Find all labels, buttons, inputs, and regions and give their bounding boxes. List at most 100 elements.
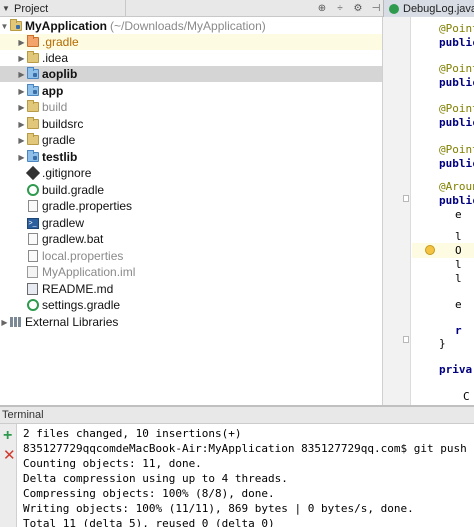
library-icon <box>9 316 22 328</box>
folder-icon <box>26 133 39 146</box>
tree-item-label: MyApplication.iml <box>42 265 136 279</box>
collapsed-arrow-icon[interactable]: ▶ <box>17 149 26 165</box>
tree-item-gradle[interactable]: ▶ gradle <box>0 132 382 148</box>
tree-item-label: app <box>42 84 64 98</box>
terminal-output[interactable]: 2 files changed, 10 insertions(+) 835127… <box>17 424 474 527</box>
code-line: public <box>439 116 474 129</box>
code-line: public <box>439 76 474 89</box>
java-class-icon <box>389 3 399 14</box>
terminal-line: Counting objects: 11, done. <box>23 457 202 470</box>
editor-tab-label: DebugLog.java <box>403 2 474 15</box>
tree-item-build[interactable]: ▶ build <box>0 99 382 115</box>
tree-item-testlib[interactable]: ▶ testlib <box>0 149 382 165</box>
markdown-file-icon <box>26 283 39 295</box>
dropdown-arrow-icon: ▼ <box>2 4 10 13</box>
terminal-sidebar: + ✕ <box>0 424 17 527</box>
module-folder-icon <box>26 150 39 163</box>
tree-item-gradlew-bat[interactable]: gradlew.bat <box>0 231 382 247</box>
project-toolbar-icons: ⊕ ÷ ⚙ ⊣ <box>316 0 382 17</box>
folder-icon <box>26 51 39 64</box>
gradle-icon <box>26 184 39 196</box>
code-line: @Point <box>439 102 474 115</box>
tree-item-external-libraries[interactable]: ▶ External Libraries <box>0 314 382 330</box>
lightbulb-icon[interactable] <box>425 245 435 255</box>
tree-item-gradlew[interactable]: >_ gradlew <box>0 215 382 231</box>
collapse-all-icon[interactable]: ÷ <box>334 3 346 15</box>
fold-marker-icon[interactable] <box>403 336 409 343</box>
tree-item-aoplib[interactable]: ▶ aoplib <box>0 66 382 82</box>
current-line-highlight <box>412 243 474 258</box>
toolbar-separator <box>125 0 126 17</box>
tree-item-gradle-properties[interactable]: gradle.properties <box>0 198 382 214</box>
text-file-icon <box>26 233 39 245</box>
tree-item-label: testlib <box>42 150 78 164</box>
hide-panel-icon[interactable]: ⊣ <box>370 3 382 15</box>
tree-item-label: gradle.properties <box>42 199 133 213</box>
folder-icon <box>26 117 39 130</box>
tree-item-gitignore[interactable]: .gitignore <box>0 165 382 181</box>
tree-item-build-gradle[interactable]: build.gradle <box>0 182 382 198</box>
tree-root-label: MyApplication <box>25 19 108 33</box>
editor-tab-debuglog[interactable]: DebugLog.java <box>383 0 474 17</box>
tree-item-app[interactable]: ▶ app <box>0 83 382 99</box>
tree-item-label: README.md <box>42 282 114 296</box>
tree-root[interactable]: ▼ MyApplication (~/Downloads/MyApplicati… <box>0 18 382 34</box>
module-folder-icon <box>26 67 39 80</box>
code-line: l <box>455 272 462 285</box>
tree-item-settings-gradle[interactable]: settings.gradle <box>0 297 382 313</box>
project-tree: ▼ MyApplication (~/Downloads/MyApplicati… <box>0 17 382 405</box>
collapsed-arrow-icon[interactable]: ▶ <box>17 50 26 66</box>
code-line: O <box>455 244 462 257</box>
collapsed-arrow-icon[interactable]: ▶ <box>17 132 26 148</box>
tree-item-label: buildsrc <box>42 117 84 131</box>
tree-item-readme[interactable]: README.md <box>0 281 382 297</box>
collapsed-arrow-icon[interactable]: ▶ <box>17 34 26 50</box>
git-icon <box>25 165 40 181</box>
code-line: r <box>455 324 462 337</box>
code-line: C <box>463 390 470 403</box>
close-session-icon[interactable]: ✕ <box>3 448 16 463</box>
tree-item-label: aoplib <box>42 67 78 81</box>
tree-item-idea[interactable]: ▶ .idea <box>0 50 382 66</box>
tree-root-path: (~/Downloads/MyApplication) <box>110 19 266 33</box>
editor-gutter[interactable] <box>383 17 411 405</box>
code-line: e <box>455 208 462 221</box>
terminal-line: Delta compression using up to 4 threads. <box>23 472 288 485</box>
expanded-arrow-icon[interactable]: ▼ <box>0 18 9 34</box>
tree-item-label: local.properties <box>42 249 124 263</box>
top-toolbar: ▼ Project ⊕ ÷ ⚙ ⊣ DebugLog.java <box>0 0 474 17</box>
fold-marker-icon[interactable] <box>403 195 409 202</box>
module-folder-icon <box>26 84 39 97</box>
tree-item-label: build <box>42 100 68 114</box>
code-line: @Point <box>439 143 474 156</box>
sync-icon[interactable]: ⊕ <box>316 3 328 15</box>
terminal-file-icon: >_ <box>26 217 39 229</box>
tree-item-local-properties[interactable]: local.properties <box>0 248 382 264</box>
terminal-line: Compressing objects: 100% (8/8), done. <box>23 487 275 500</box>
tree-item-buildsrc[interactable]: ▶ buildsrc <box>0 116 382 132</box>
tree-item-label: settings.gradle <box>42 298 121 312</box>
gear-icon[interactable]: ⚙ <box>352 3 364 15</box>
code-line: priva <box>439 363 473 376</box>
tree-item-label: .gradle <box>42 35 79 49</box>
code-line: @Point <box>439 62 474 75</box>
collapsed-arrow-icon[interactable]: ▶ <box>17 66 26 82</box>
tree-item-iml[interactable]: MyApplication.iml <box>0 264 382 280</box>
collapsed-arrow-icon[interactable]: ▶ <box>17 116 26 132</box>
code-line: public <box>439 194 474 207</box>
code-line: @Point <box>439 22 474 35</box>
tree-item-gradle-dir[interactable]: ▶ .gradle <box>0 34 382 50</box>
terminal-title: Terminal <box>2 409 44 421</box>
code-editor[interactable]: @Point public @Point public @Point publi… <box>382 17 474 405</box>
collapsed-arrow-icon[interactable]: ▶ <box>17 83 26 99</box>
code-line: public <box>439 157 474 170</box>
tree-item-label: gradle <box>42 133 76 147</box>
new-session-icon[interactable]: + <box>3 428 12 444</box>
properties-file-icon <box>26 200 39 212</box>
collapsed-arrow-icon[interactable]: ▶ <box>17 99 26 115</box>
terminal-line: 835127729qqcomdeMacBook-Air:MyApplicatio… <box>23 442 467 455</box>
collapsed-arrow-icon[interactable]: ▶ <box>0 314 9 330</box>
terminal-line: Total 11 (delta 5), reused 0 (delta 0) <box>23 517 275 527</box>
tree-item-label: .idea <box>42 51 69 65</box>
code-line: l <box>455 230 462 243</box>
